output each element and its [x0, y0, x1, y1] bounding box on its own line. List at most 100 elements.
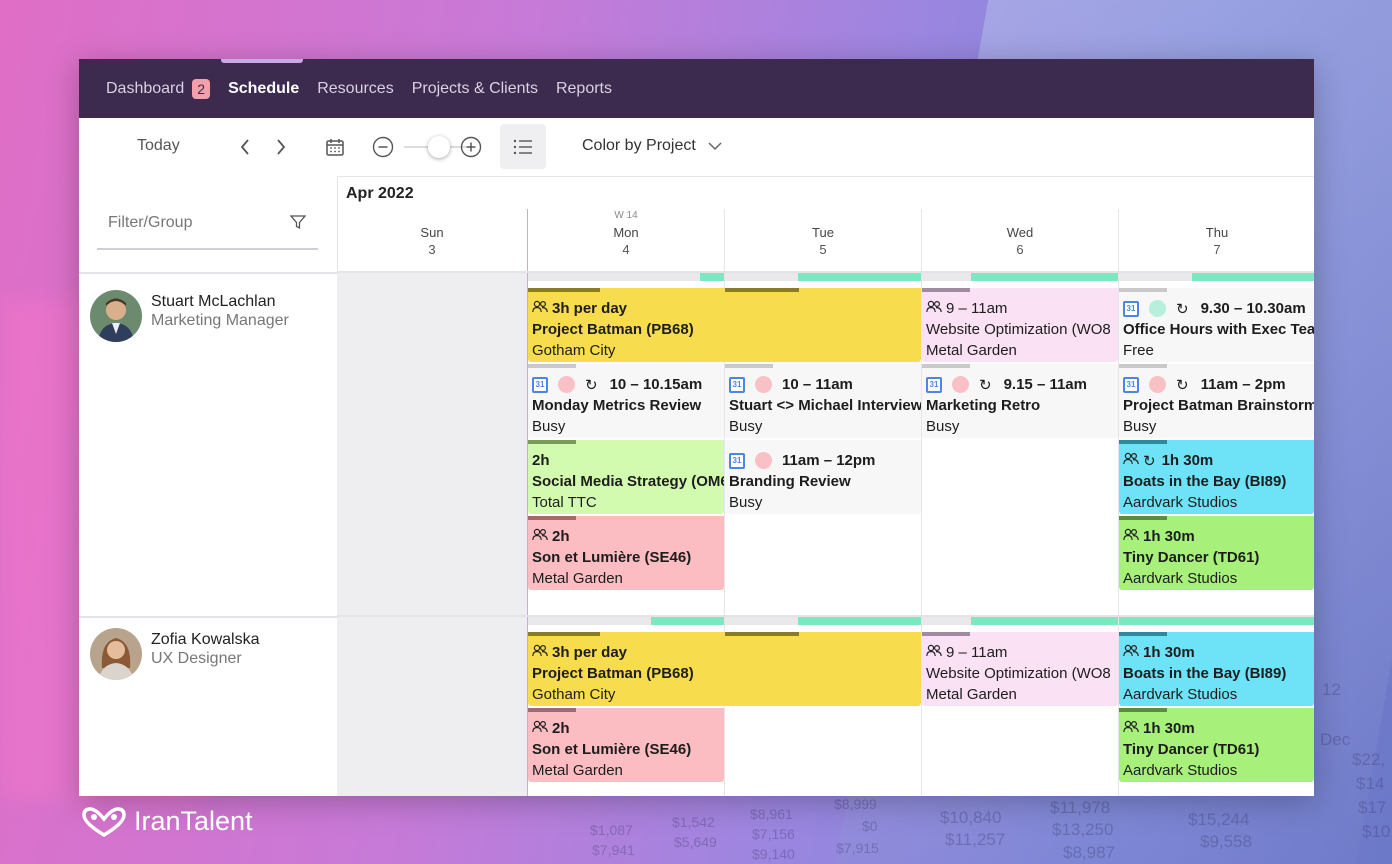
day-date: 6	[1016, 242, 1024, 257]
event-time: 11am – 2pm	[1200, 376, 1286, 393]
nav-projects-clients[interactable]: Projects & Clients	[412, 80, 538, 98]
event-time: 2h	[532, 452, 550, 469]
event-title: Stuart <> Michael Interview	[729, 397, 921, 414]
nav-dashboard-label: Dashboard	[106, 79, 185, 97]
event-bar	[1119, 516, 1167, 520]
day-header-mon[interactable]: W 14 Mon 4	[528, 209, 724, 271]
nav-schedule[interactable]: Schedule	[228, 80, 299, 98]
capacity-bar	[528, 617, 651, 625]
event-office-hours[interactable]: 31 ↻ 9.30 – 10.30am Office Hours with Exec…	[1119, 288, 1314, 362]
color-by-label: Color by Project	[582, 137, 696, 154]
day-header-wed[interactable]: Wed 6	[922, 209, 1118, 271]
bg-number: $13,250	[1052, 820, 1114, 839]
avatar[interactable]	[90, 628, 142, 680]
day-date: 4	[622, 242, 630, 257]
capacity-bar	[725, 273, 798, 281]
event-status: Busy	[729, 494, 763, 511]
event-stuart-michael-interview[interactable]: 31 10 – 11am Stuart <> Michael Interview …	[725, 364, 921, 438]
day-date: 3	[428, 242, 436, 257]
chevron-left-icon[interactable]	[229, 131, 261, 163]
event-status: Free	[1123, 342, 1154, 359]
event-time: 10 – 11am	[782, 376, 853, 393]
list-view-toggle[interactable]	[500, 124, 546, 169]
day-header-tue[interactable]: Tue 5	[725, 209, 921, 271]
event-marketing-retro[interactable]: 31 ↻ 9.15 – 11am Marketing Retro Busy	[922, 364, 1118, 438]
bg-number: $7,915	[836, 840, 879, 856]
status-dot	[952, 376, 969, 393]
event-branding-review[interactable]: 31 11am – 12pm Branding Review Busy	[725, 440, 921, 514]
event-status: Busy	[729, 418, 763, 435]
people-icon	[1123, 528, 1139, 545]
chevron-right-icon[interactable]	[265, 131, 297, 163]
event-website-optimization[interactable]: 9 – 11am Website Optimization (WO8 Metal…	[922, 632, 1118, 706]
event-title: Branding Review	[729, 473, 851, 490]
bg-number: $8,987	[1063, 843, 1115, 862]
event-boats-in-the-bay[interactable]: ↻ 1h 30m Boats in the Bay (BI89) Aardvark…	[1119, 440, 1314, 514]
bg-number: $8,961	[750, 806, 793, 822]
bg-number: $9,140	[752, 846, 795, 862]
nav-resources[interactable]: Resources	[317, 80, 393, 98]
event-bar	[1119, 440, 1167, 444]
day-date: 7	[1213, 242, 1221, 257]
brand-logo: IranTalent	[80, 806, 253, 837]
event-time: 1h 30m	[1143, 528, 1195, 545]
capacity-bar	[700, 273, 724, 281]
today-button[interactable]: Today	[137, 137, 180, 155]
avatar[interactable]	[90, 290, 142, 342]
bg-number: $7,156	[752, 826, 795, 842]
person-name: Zofia Kowalska	[151, 631, 260, 648]
event-bar	[1119, 364, 1167, 368]
event-bar	[725, 288, 799, 292]
bg-number: $5,649	[674, 834, 717, 850]
people-icon	[532, 720, 548, 737]
event-title: Tiny Dancer (TD61)	[1123, 741, 1260, 758]
event-time: 9.15 – 11am	[1003, 376, 1087, 393]
day-name: Sun	[420, 225, 444, 240]
row-divider	[79, 272, 337, 274]
zoom-in-icon[interactable]	[455, 131, 487, 163]
nav-dashboard[interactable]: Dashboard 2	[106, 78, 211, 99]
event-bar	[1119, 708, 1167, 712]
zoom-slider-handle[interactable]	[428, 136, 450, 158]
event-tiny-dancer[interactable]: 1h 30m Tiny Dancer (TD61) Aardvark Studi…	[1119, 708, 1314, 782]
event-bar	[528, 516, 576, 520]
people-icon	[1123, 644, 1139, 661]
event-son-et-lumiere[interactable]: 2h Son et Lumière (SE46) Metal Garden	[528, 516, 724, 590]
google-calendar-icon: 31	[729, 452, 745, 469]
event-bar	[725, 632, 799, 636]
brand-logo-text: IranTalent	[134, 806, 253, 836]
event-batman-brainstorm[interactable]: 31 ↻ 11am – 2pm Project Batman Brainstorm …	[1119, 364, 1314, 438]
capacity-bar	[971, 273, 1118, 281]
event-boats-in-the-bay[interactable]: 1h 30m Boats in the Bay (BI89) Aardvark …	[1119, 632, 1314, 706]
event-time: 9 – 11am	[946, 644, 1008, 661]
day-name: Tue	[812, 225, 834, 240]
day-header-sun[interactable]: Sun 3	[337, 209, 527, 271]
zoom-out-icon[interactable]	[367, 131, 399, 163]
event-monday-metrics[interactable]: 31 ↻ 10 – 10.15am Monday Metrics Review Bu…	[528, 364, 724, 438]
event-website-optimization[interactable]: 9 – 11am Website Optimization (WO8 Metal…	[922, 288, 1118, 362]
status-dot	[755, 376, 772, 393]
nav-reports[interactable]: Reports	[556, 80, 612, 98]
recurring-icon: ↻	[585, 376, 598, 394]
color-by-dropdown[interactable]: Color by Project	[582, 137, 722, 155]
event-title: Marketing Retro	[926, 397, 1041, 414]
chevron-down-icon	[708, 142, 722, 151]
event-title: Project Batman (PB68)	[532, 321, 694, 338]
event-bar	[922, 288, 970, 292]
event-title: Project Batman (PB68)	[532, 665, 694, 682]
event-son-et-lumiere[interactable]: 2h Son et Lumière (SE46) Metal Garden	[528, 708, 724, 782]
bg-number: $10,840	[940, 808, 1002, 827]
event-title: Website Optimization (WO8	[926, 665, 1111, 682]
event-time: 1h 30m	[1143, 644, 1195, 661]
day-header-thu[interactable]: Thu 7	[1119, 209, 1314, 271]
event-tiny-dancer[interactable]: 1h 30m Tiny Dancer (TD61) Aardvark Studi…	[1119, 516, 1314, 590]
event-social-media-strategy[interactable]: 2h Social Media Strategy (OM64 Total TTC	[528, 440, 724, 514]
bg-number: $7,941	[592, 842, 635, 858]
week-number: W 14	[614, 210, 638, 221]
event-project-batman[interactable]: 3h per day Project Batman (PB68) Gotham …	[528, 632, 921, 706]
filter-group-input[interactable]: Filter/Group	[97, 198, 318, 250]
event-project-batman[interactable]: 3h per day Project Batman (PB68) Gotham …	[528, 288, 921, 362]
day-name: Thu	[1205, 225, 1229, 240]
brand-logo-icon	[82, 806, 126, 837]
calendar-icon[interactable]	[319, 131, 351, 163]
